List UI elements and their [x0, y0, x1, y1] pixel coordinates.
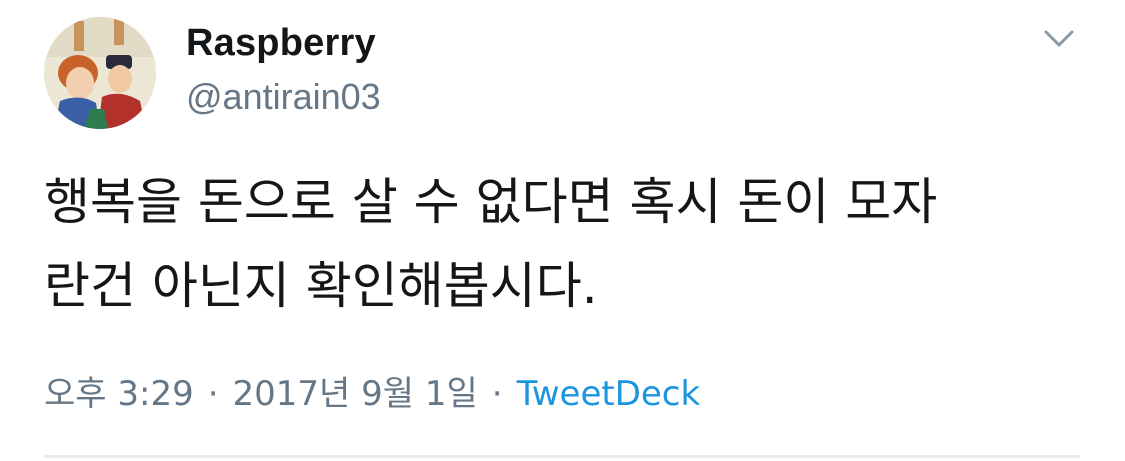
tweet-text-line: 란건 아닌지 확인해봅시다.	[44, 257, 598, 315]
meta-separator: ·	[491, 374, 503, 414]
tweet-source-link[interactable]: TweetDeck	[517, 374, 701, 414]
meta-separator: ·	[207, 374, 219, 414]
author-display-name[interactable]: Raspberry	[186, 22, 376, 65]
tweet-text-line: 행복을 돈으로 살 수 없다면 혹시 돈이 모자	[44, 173, 938, 231]
tweet-text: 행복을 돈으로 살 수 없다면 혹시 돈이 모자 란건 아닌지 확인해봅시다.	[44, 160, 1084, 328]
tweet-menu-button[interactable]	[1038, 22, 1080, 56]
avatar-image	[44, 17, 156, 129]
tweet-date[interactable]: 2017년 9월 1일	[233, 374, 478, 414]
author-handle[interactable]: @antirain03	[186, 76, 381, 118]
chevron-down-icon	[1044, 30, 1074, 47]
tweet-card: Raspberry @antirain03 행복을 돈으로 살 수 없다면 혹시…	[0, 0, 1125, 461]
tweet-time[interactable]: 오후 3:29	[44, 374, 194, 414]
avatar[interactable]	[44, 17, 156, 129]
divider	[44, 455, 1080, 458]
tweet-meta: 오후 3:29 · 2017년 9월 1일 · TweetDeck	[44, 366, 700, 415]
